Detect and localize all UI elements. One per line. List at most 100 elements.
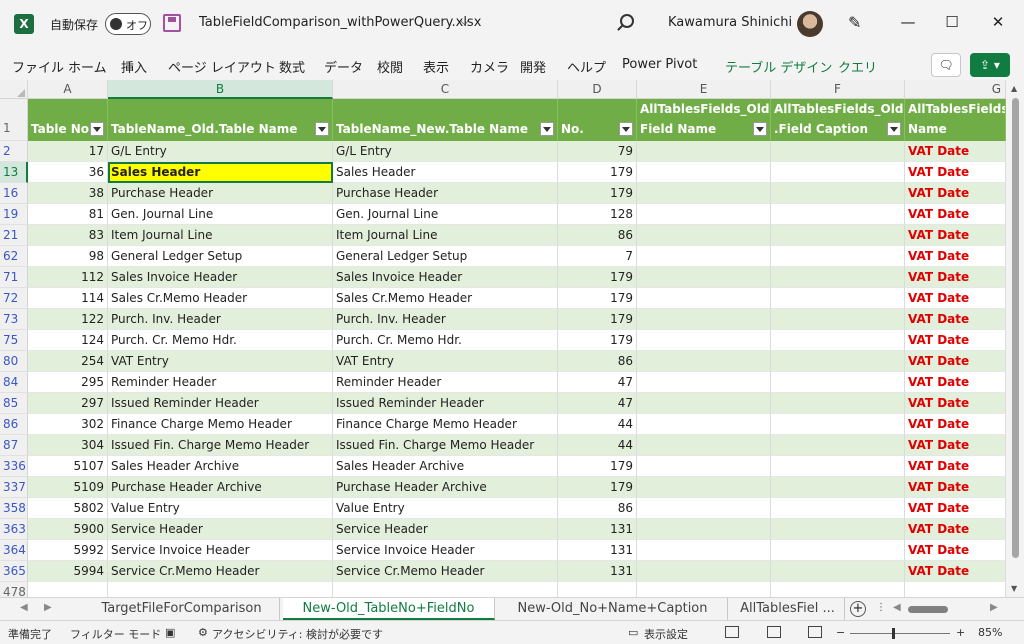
cell[interactable]: 131 bbox=[558, 540, 637, 561]
cell[interactable]: 86 bbox=[558, 225, 637, 246]
cell[interactable]: 295 bbox=[28, 372, 108, 393]
row-number[interactable]: 84 bbox=[0, 372, 28, 393]
cell[interactable]: Issued Reminder Header bbox=[333, 393, 558, 414]
filter-dropdown-icon[interactable] bbox=[315, 122, 329, 136]
header-cell-new-table-name[interactable]: TableName_New.Table Name bbox=[333, 99, 558, 141]
cell[interactable]: Sales Header Archive bbox=[333, 456, 558, 477]
cell[interactable]: VAT Date bbox=[905, 435, 1006, 456]
cell[interactable]: 304 bbox=[28, 435, 108, 456]
cell[interactable]: 5992 bbox=[28, 540, 108, 561]
header-cell-name[interactable]: AllTablesFields Name bbox=[905, 99, 1006, 141]
cell[interactable]: Service Cr.Memo Header bbox=[108, 561, 333, 582]
display-settings-icon[interactable]: ▭ bbox=[628, 626, 638, 639]
cell[interactable] bbox=[771, 267, 905, 288]
menu-camera[interactable]: カメラ bbox=[470, 57, 509, 76]
cell[interactable] bbox=[637, 414, 771, 435]
cell[interactable]: 7 bbox=[558, 246, 637, 267]
cell[interactable]: Reminder Header bbox=[333, 372, 558, 393]
zoom-level[interactable]: 85% bbox=[978, 626, 1002, 639]
cell[interactable] bbox=[771, 141, 905, 162]
cell[interactable]: 179 bbox=[558, 330, 637, 351]
zoom-slider[interactable] bbox=[850, 628, 950, 639]
pen-icon[interactable]: ✎ bbox=[848, 13, 861, 32]
status-display-settings[interactable]: 表示設定 bbox=[644, 626, 688, 642]
cell[interactable]: Reminder Header bbox=[108, 372, 333, 393]
cell[interactable] bbox=[637, 540, 771, 561]
row-number[interactable]: 478 bbox=[0, 582, 28, 597]
cell[interactable] bbox=[637, 162, 771, 183]
vertical-scrollbar[interactable]: ▲ ▼ bbox=[1006, 80, 1024, 597]
scroll-thumb[interactable] bbox=[1012, 98, 1019, 558]
cell[interactable]: VAT Date bbox=[905, 141, 1006, 162]
column-header-a[interactable]: A bbox=[28, 80, 108, 99]
cell[interactable]: 179 bbox=[558, 162, 637, 183]
cell[interactable]: 114 bbox=[28, 288, 108, 309]
minimize-icon[interactable]: — bbox=[898, 13, 918, 31]
cell[interactable]: 86 bbox=[558, 351, 637, 372]
cell[interactable]: Value Entry bbox=[108, 498, 333, 519]
cell[interactable]: VAT Date bbox=[905, 330, 1006, 351]
cell[interactable] bbox=[637, 225, 771, 246]
cell[interactable]: Service Cr.Memo Header bbox=[333, 561, 558, 582]
cell[interactable]: Issued Fin. Charge Memo Header bbox=[108, 435, 333, 456]
tab-target-file[interactable]: TargetFileForComparison bbox=[84, 598, 280, 620]
cell[interactable]: VAT Entry bbox=[108, 351, 333, 372]
cell[interactable]: VAT Date bbox=[905, 393, 1006, 414]
cell[interactable]: 47 bbox=[558, 393, 637, 414]
cell[interactable] bbox=[771, 435, 905, 456]
cell[interactable] bbox=[771, 288, 905, 309]
row-number[interactable]: 358 bbox=[0, 498, 28, 519]
cell[interactable] bbox=[771, 351, 905, 372]
header-cell-table-no[interactable]: Table No. bbox=[28, 99, 108, 141]
row-number[interactable]: 16 bbox=[0, 183, 28, 204]
row-number[interactable]: 80 bbox=[0, 351, 28, 372]
header-cell-no[interactable]: No. bbox=[558, 99, 637, 141]
cell[interactable]: VAT Date bbox=[905, 183, 1006, 204]
cell[interactable]: 81 bbox=[28, 204, 108, 225]
cell[interactable]: 179 bbox=[558, 456, 637, 477]
share-button[interactable]: ⇪ ▾ bbox=[970, 53, 1010, 77]
hscroll-left-icon[interactable]: ◀ bbox=[893, 602, 901, 613]
cell[interactable]: 254 bbox=[28, 351, 108, 372]
cell[interactable]: Value Entry bbox=[333, 498, 558, 519]
cell[interactable]: 5109 bbox=[28, 477, 108, 498]
cell[interactable]: Purchase Header bbox=[333, 183, 558, 204]
cell[interactable]: Sales Invoice Header bbox=[108, 267, 333, 288]
menu-file[interactable]: ファイル bbox=[12, 57, 64, 76]
column-header-d[interactable]: D bbox=[558, 80, 637, 99]
menu-table-design[interactable]: テーブル デザイン bbox=[725, 57, 832, 76]
cell[interactable]: 297 bbox=[28, 393, 108, 414]
row-number[interactable]: 365 bbox=[0, 561, 28, 582]
cell[interactable] bbox=[637, 561, 771, 582]
cell[interactable] bbox=[637, 330, 771, 351]
row-number[interactable]: 364 bbox=[0, 540, 28, 561]
cell[interactable]: 44 bbox=[558, 435, 637, 456]
page-break-view-icon[interactable] bbox=[808, 626, 822, 638]
cell[interactable] bbox=[637, 393, 771, 414]
accessibility-icon[interactable]: ⚙ bbox=[198, 626, 208, 639]
filter-dropdown-icon[interactable] bbox=[619, 122, 633, 136]
cell[interactable] bbox=[771, 540, 905, 561]
macro-record-icon[interactable]: ▣ bbox=[165, 626, 175, 639]
cell[interactable]: 179 bbox=[558, 477, 637, 498]
cell[interactable] bbox=[637, 141, 771, 162]
cell[interactable]: VAT Date bbox=[905, 519, 1006, 540]
row-number[interactable]: 85 bbox=[0, 393, 28, 414]
row-number[interactable]: 87 bbox=[0, 435, 28, 456]
cell[interactable] bbox=[637, 456, 771, 477]
cell[interactable]: VAT Date bbox=[905, 414, 1006, 435]
row-number[interactable]: 86 bbox=[0, 414, 28, 435]
menu-insert[interactable]: 挿入 bbox=[121, 57, 147, 76]
cell[interactable]: VAT Date bbox=[905, 540, 1006, 561]
cell[interactable] bbox=[771, 456, 905, 477]
row-number[interactable]: 337 bbox=[0, 477, 28, 498]
cell[interactable]: 38 bbox=[28, 183, 108, 204]
autosave-toggle[interactable]: オフ bbox=[105, 13, 151, 35]
normal-view-icon[interactable] bbox=[725, 626, 739, 638]
cell[interactable]: Sales Cr.Memo Header bbox=[333, 288, 558, 309]
row-number[interactable]: 363 bbox=[0, 519, 28, 540]
cell[interactable]: Item Journal Line bbox=[333, 225, 558, 246]
cell[interactable]: 36 bbox=[28, 162, 108, 183]
cell[interactable] bbox=[637, 288, 771, 309]
header-cell-field-name[interactable]: AllTablesFields_Old. Field Name bbox=[637, 99, 771, 141]
